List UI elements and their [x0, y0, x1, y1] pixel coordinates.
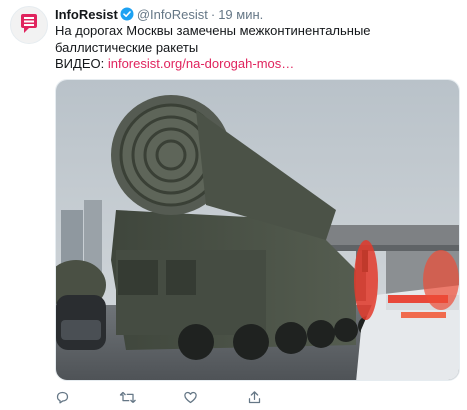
tweet-link[interactable]: inforesist.org/na-dorogah-mos…: [108, 56, 294, 71]
video-label: ВИДЕО:: [55, 56, 105, 71]
tweet-video-line: ВИДЕО: inforesist.org/na-dorogah-mos…: [55, 55, 294, 72]
retweet-icon: [119, 390, 137, 405]
retweet-button[interactable]: [119, 390, 183, 405]
tweet-timestamp[interactable]: 19 мин.: [218, 7, 263, 22]
author-name[interactable]: InfoResist: [55, 7, 118, 22]
tweet-header: InfoResist @InfoResist · 19 мин.: [55, 6, 263, 22]
missile-truck-photo: [56, 80, 459, 380]
share-button[interactable]: [247, 390, 311, 405]
separator-dot: ·: [210, 6, 216, 22]
inforesist-logo-icon: [16, 10, 42, 41]
author-handle[interactable]: @InfoResist: [137, 7, 208, 22]
tweet-media-image[interactable]: [55, 79, 460, 381]
reply-button[interactable]: [55, 390, 119, 405]
like-button[interactable]: [183, 390, 247, 405]
tweet-actions: [55, 387, 460, 407]
reply-icon: [55, 390, 70, 405]
verified-badge-icon: [120, 7, 134, 21]
share-icon: [247, 390, 262, 405]
tweet-text: На дорогах Москвы замечены межконтинента…: [55, 23, 371, 55]
avatar[interactable]: [10, 6, 48, 44]
heart-icon: [183, 390, 198, 405]
tweet-card[interactable]: InfoResist @InfoResist · 19 мин. На доро…: [0, 0, 467, 410]
